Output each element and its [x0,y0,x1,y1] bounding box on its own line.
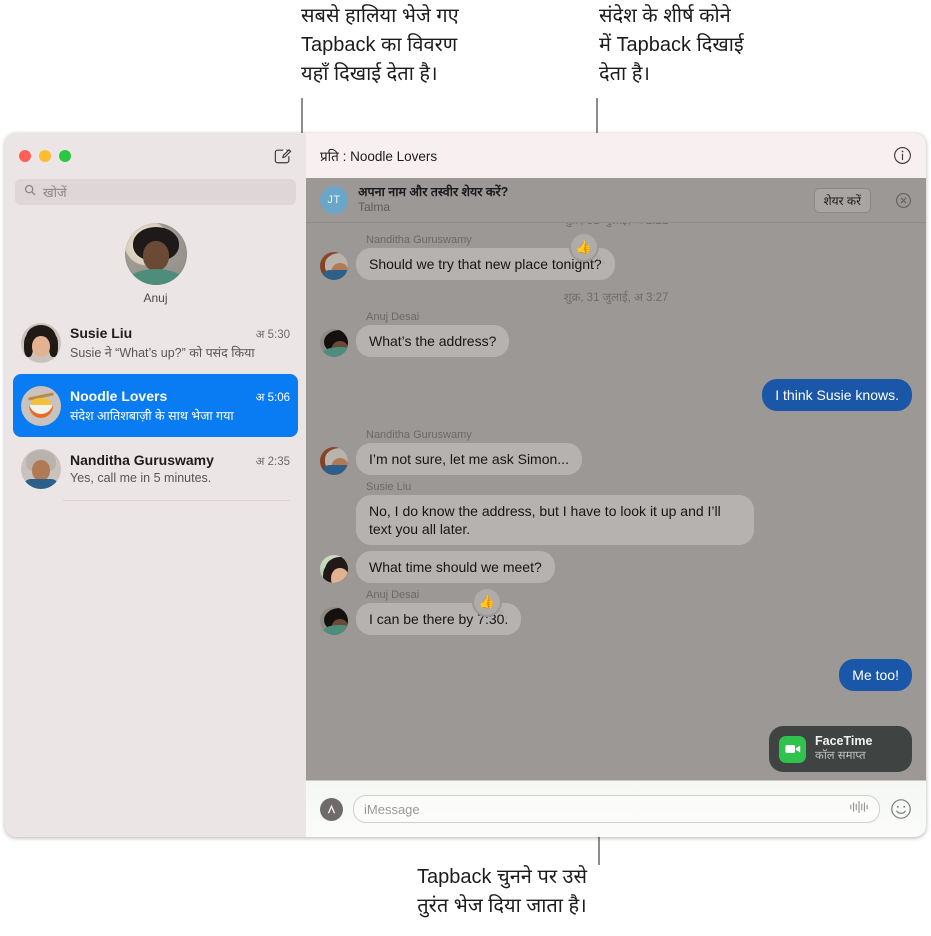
message-sender: Susie Liu [366,481,412,493]
message-bubble[interactable]: What’s the address? [356,325,510,357]
susie-avatar [320,555,348,583]
message-row: I think Susie knows. [320,379,912,411]
my-name: Anuj [143,291,168,305]
conversation-name: Nanditha Guruswamy [70,452,214,468]
close-circle-icon[interactable] [895,192,912,209]
callout-bottom: Tapback चुनने पर उसे तुरंत भेज दिया जाता… [416,866,588,917]
susie-avatar [21,322,61,363]
conversation-preview: संदेश आतिशबाज़ी के साथ भेजा गया [70,408,234,423]
message-row: Me too! [320,659,912,691]
message-sender: Nanditha Guruswamy [366,429,472,441]
share-button[interactable]: शेयर करें [813,187,871,213]
message-row: I’m not sure, let me ask Simon... [320,443,912,475]
conversation-name: Susie Liu [70,324,133,341]
nanditha-avatar [21,448,61,489]
message-row: What’s the address? [320,325,912,357]
window-titlebar [5,133,306,179]
message-bubble[interactable]: No, I do know the address, but I have to… [356,495,754,545]
sidebar: खोजें Anuj Susie Liu अ 5:30 Susie ने “Wh… [5,133,306,837]
list-divider [63,500,290,501]
message-list[interactable]: शुक्र, 31 जुलाई, अ 2:21 Nanditha Guruswa… [306,223,926,780]
sidebar-item-nanditha-guruswamy[interactable]: Nanditha Guruswamy अ 2:35 Yes, call me i… [13,437,298,500]
message-bubble[interactable]: I’m not sure, let me ask Simon... [356,443,582,475]
conversation-header: प्रति : Noodle Lovers [306,133,926,178]
screenshot-stage: सबसे हालिया भेजे गए Tapback का विवरण यहा… [0,0,931,936]
close-window-button[interactable] [19,150,31,162]
day-separator: शुक्र, 31 जुलाई, अ 2:21 [320,223,912,228]
share-name-banner: JT अपना नाम और तस्वीर शेयर करें? Talma श… [306,178,926,223]
audio-waveform-icon[interactable] [849,800,869,819]
callout-top-right: संदेश के शीर्ष कोने में Tapback दिखाई दे… [599,5,744,85]
conversation-time: अ 5:06 [255,391,290,404]
facetime-subtitle: कॉल समाप्त [815,750,866,762]
minimize-window-button[interactable] [39,150,51,162]
sidebar-item-susie-liu[interactable]: Susie Liu अ 5:30 Susie ने “What’s up?” क… [13,311,298,374]
conversation-preview: Susie ने “What’s up?” को पसंद किया [70,345,255,360]
compose-icon[interactable] [274,147,292,165]
message-row: Should we try that new place tonight? 👍 [320,234,912,280]
composer-bar: iMessage [306,780,926,837]
conversation-name: Noodle Lovers [70,387,168,404]
nanditha-avatar [320,252,348,280]
anuj-avatar [320,607,348,635]
message-row: No, I do know the address, but I have to… [320,495,912,545]
thumbs-up-tapback-icon[interactable]: 👍 [571,234,605,264]
maximize-window-button[interactable] [59,150,71,162]
message-row: I can be there by 7:30. 👍 [320,589,912,635]
traffic-lights [19,150,71,162]
messages-window: खोजें Anuj Susie Liu अ 5:30 Susie ने “Wh… [5,133,926,837]
message-bubble[interactable]: What time should we meet? [356,551,555,583]
thumbs-up-tapback-icon[interactable]: 👍 [474,589,508,619]
conversation-time: अ 2:35 [255,456,290,468]
conversation-pane: प्रति : Noodle Lovers JT अपना नाम और तस्… [306,133,926,837]
contact-initials-avatar: JT [320,186,348,214]
message-bubble[interactable]: I think Susie knows. [762,379,912,411]
info-icon[interactable] [893,146,912,165]
search-icon [24,183,36,201]
app-store-icon[interactable] [320,797,343,821]
conversation-preview: Yes, call me in 5 minutes. [70,471,212,485]
facetime-video-icon [779,735,806,763]
search-input[interactable]: खोजें [15,179,296,205]
search-container: खोजें [5,179,306,205]
callout-top-left: सबसे हालिया भेजे गए Tapback का विवरण यहा… [301,5,459,85]
nanditha-avatar [320,447,348,475]
share-banner-subtitle: Talma [358,200,391,214]
imessage-input[interactable]: iMessage [353,795,880,823]
message-bubble[interactable]: Me too! [839,659,912,691]
day-separator: शुक्र, 31 जुलाई, अ 3:27 [563,292,669,304]
anuj-avatar [320,329,348,357]
facetime-title: FaceTime [815,734,873,748]
share-banner-title: अपना नाम और तस्वीर शेयर करें? [358,185,509,199]
noodle-avatar [21,385,61,426]
recipient-label: प्रति : Noodle Lovers [320,148,438,164]
anuj-avatar [124,223,187,285]
my-card[interactable]: Anuj [5,205,306,311]
message-sender: Anuj Desai [366,589,420,601]
conversation-time: अ 5:30 [255,328,290,341]
message-sender: Anuj Desai [366,311,420,323]
imessage-placeholder: iMessage [364,801,420,817]
smiley-icon[interactable] [890,798,912,820]
facetime-card[interactable]: FaceTime कॉल समाप्त [769,726,912,772]
sidebar-item-noodle-lovers[interactable]: Noodle Lovers अ 5:06 संदेश आतिशबाज़ी के … [13,374,298,437]
search-placeholder: खोजें [43,185,67,200]
message-row: What time should we meet? [320,551,912,583]
message-sender: Nanditha Guruswamy [366,234,472,246]
